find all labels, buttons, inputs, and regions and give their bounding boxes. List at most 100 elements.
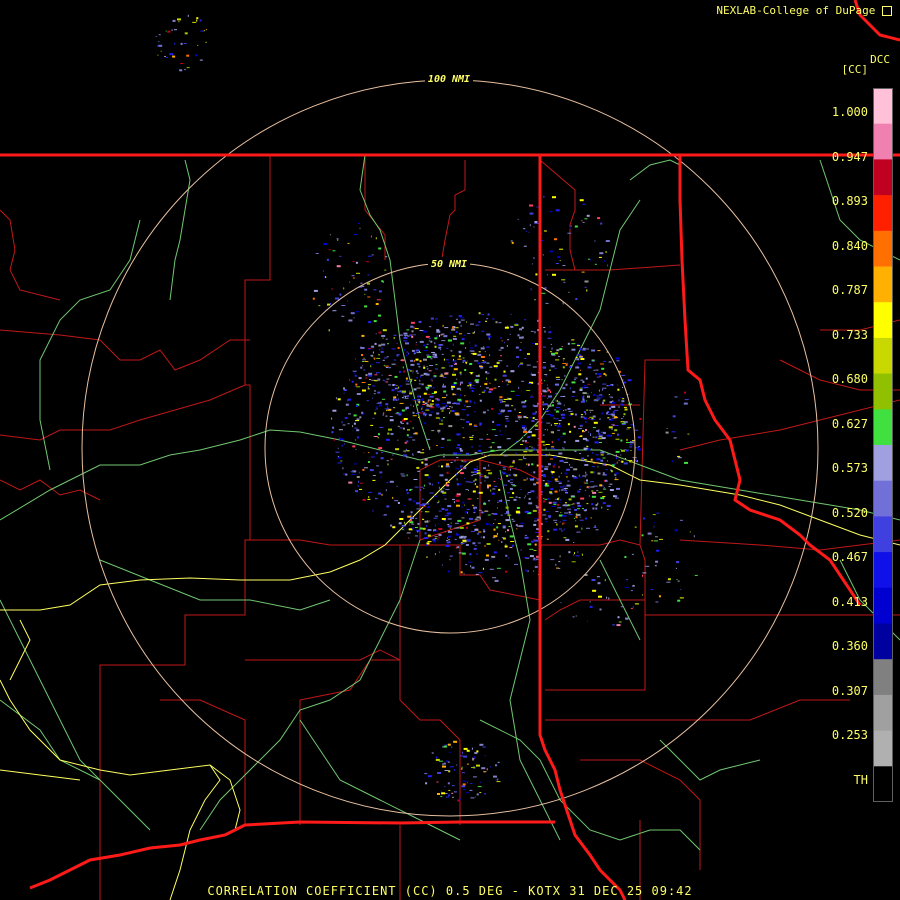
radar-echo-pixel [504,513,509,515]
radar-echo-pixel [577,345,581,347]
radar-echo-pixel [552,465,555,468]
radar-echo-pixel [452,403,457,405]
radar-echo-pixel [432,387,435,389]
radar-echo-pixel [620,421,625,423]
radar-echo-pixel [476,764,480,767]
radar-echo-pixel [586,479,588,482]
radar-echo-pixel [452,384,456,386]
radar-echo-pixel [496,567,501,569]
radar-echo-pixel [434,536,438,538]
radar-echo-pixel [541,421,543,424]
radar-echo-pixel [466,414,469,417]
radar-echo-pixel [451,746,453,748]
radar-echo-pixel [436,781,439,783]
radar-echo-pixel [353,422,356,425]
radar-echo-pixel [359,227,361,229]
radar-echo-pixel [585,421,587,423]
radar-echo-pixel [472,473,477,475]
radar-echo-pixel [465,400,469,403]
radar-echo-pixel [546,384,548,387]
radar-echo-pixel [596,395,600,397]
radar-echo-pixel [520,549,522,551]
radar-echo-pixel [575,513,577,515]
radar-echo-pixel [554,367,557,369]
radar-echo-pixel [526,417,529,419]
radar-echo-pixel [568,514,573,516]
radar-echo-pixel [486,318,489,320]
radar-echo-pixel [348,413,351,415]
radar-echo-pixel [473,424,477,426]
radar-echo-pixel [580,460,584,462]
nexlab-credit[interactable]: NEXLAB-College of DuPage [716,4,892,17]
radar-echo-pixel [512,462,515,464]
radar-echo-pixel [449,411,451,414]
radar-echo-pixel [457,546,460,549]
radar-echo-pixel [568,410,573,412]
radar-echo-pixel [431,483,433,486]
radar-echo-pixel [620,606,624,608]
radar-echo-pixel [406,492,409,495]
radar-echo-pixel [471,388,475,389]
radar-echo-pixel [577,490,581,493]
radar-echo-pixel [375,406,378,408]
radar-echo-pixel [410,378,413,380]
radar-echo-pixel [358,480,359,483]
radar-echo-pixel [577,504,582,507]
radar-echo-pixel [526,493,529,495]
radar-echo-pixel [562,519,567,521]
radar-echo-pixel [393,334,397,336]
radar-echo-pixel [468,517,473,520]
radar-echo-pixel [458,355,461,358]
radar-echo-pixel [467,406,471,407]
radar-echo-pixel [607,417,610,419]
radar-echo-pixel [399,385,402,387]
radar-echo-pixel [352,425,354,428]
radar-echo-pixel [474,379,479,382]
radar-echo-pixel [436,502,439,504]
radar-echo-pixel [425,511,430,513]
radar-echo-pixel [480,356,485,358]
radar-echo-pixel [425,403,428,405]
radar-echo-pixel [484,454,486,456]
radar-echo-pixel [567,423,570,426]
radar-echo-pixel [563,528,565,531]
radar-echo-pixel [511,544,514,547]
radar-echo-pixel [428,340,430,342]
radar-echo-pixel [200,30,204,32]
radar-echo-pixel [443,335,448,338]
radar-echo-pixel [523,458,527,460]
radar-echo-pixel [481,767,486,770]
radar-echo-pixel [631,553,634,555]
radar-echo-pixel [441,367,446,369]
radar-echo-pixel [375,372,377,374]
radar-echo-pixel [531,446,533,449]
radar-echo-pixel [419,527,423,530]
radar-echo-pixel [361,354,363,356]
radar-echo-pixel [336,265,341,268]
radar-echo-pixel [379,471,383,474]
radar-echo-pixel [442,456,445,458]
radar-echo-pixel [418,383,421,385]
radar-echo-pixel [403,418,408,420]
radar-echo-pixel [436,412,440,415]
radar-echo-pixel [423,358,427,361]
radar-echo-pixel [184,69,187,71]
radar-echo-pixel [411,335,414,338]
radar-echo-pixel [374,342,377,345]
radar-echo-pixel [368,496,370,499]
radar-echo-pixel [415,502,420,505]
radar-echo-pixel [438,465,440,467]
radar-echo-pixel [559,348,563,350]
radar-echo-pixel [569,387,571,390]
radar-echo-pixel [452,452,457,455]
radar-echo-pixel [574,450,577,452]
radar-echo-pixel [328,249,331,251]
radar-echo-pixel [585,412,587,415]
radar-echo-pixel [590,481,595,483]
radar-echo-pixel [504,342,505,344]
radar-echo-pixel [414,486,419,488]
radar-echo-pixel [386,378,390,380]
radar-echo-pixel [520,341,522,343]
radar-echo-pixel [562,447,563,449]
radar-echo-pixel [351,380,354,383]
